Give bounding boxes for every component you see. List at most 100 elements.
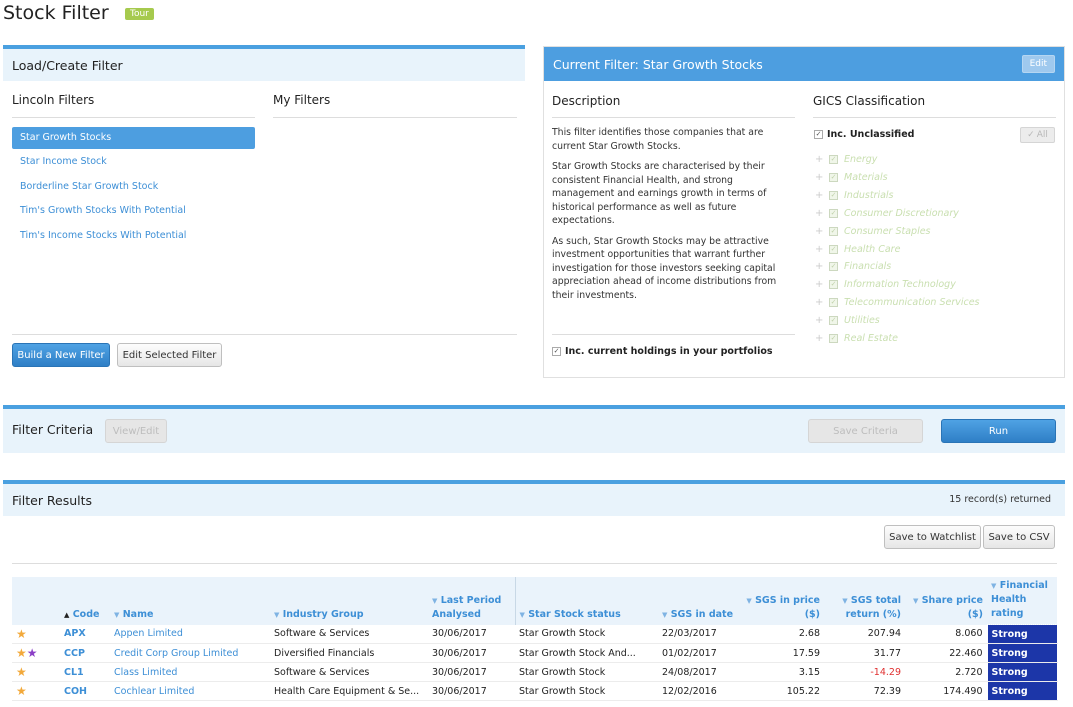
name-cell[interactable]: Class Limited xyxy=(110,662,270,682)
gics-label: Real Estate xyxy=(844,332,898,344)
gics-item[interactable]: + ✓ Health Care xyxy=(815,240,900,258)
share-price-cell: 22.460 xyxy=(905,643,987,663)
gics-item[interactable]: + ✓ Telecommunication Services xyxy=(815,293,980,311)
header-sgs-price[interactable]: ▼ SGS in price ($) xyxy=(742,577,824,625)
sgs-price-cell: 3.15 xyxy=(742,662,824,682)
unclassified-checkbox[interactable]: ✓ xyxy=(814,130,823,139)
gics-checkbox[interactable]: ✓ xyxy=(829,208,838,218)
expand-icon[interactable]: + xyxy=(815,279,823,290)
header-name[interactable]: ▼ Name xyxy=(110,577,270,625)
header-financial-health[interactable]: ▼ Financial Health rating xyxy=(987,577,1057,625)
edit-filter-button[interactable]: Edit xyxy=(1021,55,1055,73)
lincoln-filter-item[interactable]: Tim's Income Stocks With Potential xyxy=(12,225,255,247)
gics-label: Consumer Discretionary xyxy=(844,207,959,219)
gics-item[interactable]: + ✓ Utilities xyxy=(815,311,880,329)
gics-title: GICS Classification xyxy=(813,94,926,108)
code-cell[interactable]: COH xyxy=(60,681,110,701)
gics-item[interactable]: + ✓ Energy xyxy=(815,150,877,168)
header-sgs-date[interactable]: ▼ SGS in date xyxy=(658,577,742,625)
star-icon[interactable]: ★ xyxy=(16,665,27,679)
gics-checkbox[interactable]: ✓ xyxy=(829,279,838,289)
header-last-period[interactable]: ▼ Last Period Analysed xyxy=(428,577,515,625)
gics-checkbox[interactable]: ✓ xyxy=(829,172,838,182)
gics-item[interactable]: + ✓ Real Estate xyxy=(815,329,898,347)
gics-item[interactable]: + ✓ Consumer Staples xyxy=(815,222,931,240)
expand-icon[interactable]: + xyxy=(815,172,823,183)
check-icon: ✓ xyxy=(1027,130,1035,140)
industry-cell: Health Care Equipment & Se... xyxy=(270,681,428,701)
header-industry[interactable]: ▼ Industry Group xyxy=(270,577,428,625)
holdings-checkbox[interactable]: ✓ xyxy=(552,347,561,356)
run-button[interactable]: Run xyxy=(941,419,1056,443)
expand-icon[interactable]: + xyxy=(815,226,823,237)
build-new-filter-button[interactable]: Build a New Filter xyxy=(12,343,110,367)
name-cell[interactable]: Cochlear Limited xyxy=(110,681,270,701)
lincoln-filters-title: Lincoln Filters xyxy=(12,93,95,107)
expand-icon[interactable]: + xyxy=(815,297,823,308)
status-cell: Star Growth Stock And... xyxy=(515,643,658,663)
header-sgs-return[interactable]: ▼ SGS total return (%) xyxy=(824,577,905,625)
expand-icon[interactable]: + xyxy=(815,208,823,219)
sgs-price-cell: 105.22 xyxy=(742,681,824,701)
gics-checkbox[interactable]: ✓ xyxy=(829,154,838,164)
header-code[interactable]: ▲ Code xyxy=(60,577,110,625)
gics-label: Industrials xyxy=(844,189,894,201)
expand-icon[interactable]: + xyxy=(815,333,823,344)
gics-label: Health Care xyxy=(844,243,901,255)
star-icon[interactable]: ★ xyxy=(27,646,38,660)
gics-item[interactable]: + ✓ Materials xyxy=(815,168,888,186)
current-filter-title: Current Filter: Star Growth Stocks xyxy=(553,56,763,72)
sgs-date-cell: 01/02/2017 xyxy=(658,643,742,663)
edit-selected-filter-button[interactable]: Edit Selected Filter xyxy=(117,343,222,367)
star-icon[interactable]: ★ xyxy=(16,684,27,698)
expand-icon[interactable]: + xyxy=(815,190,823,201)
gics-item[interactable]: + ✓ Consumer Discretionary xyxy=(815,204,959,222)
table-row[interactable]: ★ APX Appen Limited Software & Services … xyxy=(12,624,1058,644)
save-to-watchlist-button[interactable]: Save to Watchlist xyxy=(884,525,981,549)
lincoln-filter-item[interactable]: Star Growth Stocks xyxy=(12,127,255,149)
code-cell[interactable]: CCP xyxy=(60,643,110,663)
rating-cell: Strong xyxy=(986,681,1058,701)
gics-checkbox[interactable]: ✓ xyxy=(829,244,838,254)
header-status[interactable]: ▼ Star Stock status xyxy=(514,577,658,625)
view-edit-button[interactable]: View/Edit xyxy=(105,419,167,443)
gics-label: Materials xyxy=(844,171,888,183)
code-cell[interactable]: APX xyxy=(60,624,110,644)
gics-checkbox[interactable]: ✓ xyxy=(829,261,838,271)
gics-item[interactable]: + ✓ Financials xyxy=(815,257,891,275)
gics-checkbox[interactable]: ✓ xyxy=(829,297,838,307)
star-cell: ★ xyxy=(12,681,60,701)
lincoln-filter-item[interactable]: Borderline Star Growth Stock xyxy=(12,176,255,198)
name-cell[interactable]: Credit Corp Group Limited xyxy=(110,643,270,663)
gics-checkbox[interactable]: ✓ xyxy=(829,315,838,325)
last-period-cell: 30/06/2017 xyxy=(428,624,515,644)
header-share-price[interactable]: ▼ Share price ($) xyxy=(905,577,987,625)
status-cell: Star Growth Stock xyxy=(515,624,658,644)
gics-checkbox[interactable]: ✓ xyxy=(829,226,838,236)
expand-icon[interactable]: + xyxy=(815,244,823,255)
lincoln-filter-item[interactable]: Star Income Stock xyxy=(12,151,255,173)
tour-button[interactable]: Tour xyxy=(125,8,154,20)
code-cell[interactable]: CL1 xyxy=(60,662,110,682)
description-text: This filter identifies those companies t… xyxy=(552,126,797,309)
expand-icon[interactable]: + xyxy=(815,315,823,326)
save-criteria-button[interactable]: Save Criteria xyxy=(808,419,923,443)
table-row[interactable]: ★★ CCP Credit Corp Group Limited Diversi… xyxy=(12,643,1058,663)
lincoln-filter-item[interactable]: Tim's Growth Stocks With Potential xyxy=(12,200,255,222)
all-gics-button[interactable]: ✓ All xyxy=(1020,127,1055,143)
expand-icon[interactable]: + xyxy=(815,154,823,165)
name-cell[interactable]: Appen Limited xyxy=(110,624,270,644)
table-row[interactable]: ★ COH Cochlear Limited Health Care Equip… xyxy=(12,681,1058,701)
gics-item[interactable]: + ✓ Industrials xyxy=(815,186,894,204)
star-icon[interactable]: ★ xyxy=(16,646,27,660)
table-row[interactable]: ★ CL1 Class Limited Software & Services … xyxy=(12,662,1058,682)
gics-checkbox[interactable]: ✓ xyxy=(829,333,838,343)
gics-label: Utilities xyxy=(844,314,880,326)
gics-checkbox[interactable]: ✓ xyxy=(829,190,838,200)
gics-label: Telecommunication Services xyxy=(844,296,980,308)
gics-item[interactable]: + ✓ Information Technology xyxy=(815,275,956,293)
star-icon[interactable]: ★ xyxy=(16,627,27,641)
expand-icon[interactable]: + xyxy=(815,261,823,272)
current-filter-header: Current Filter: Star Growth Stocks Edit xyxy=(544,47,1064,81)
save-to-csv-button[interactable]: Save to CSV xyxy=(983,525,1055,549)
